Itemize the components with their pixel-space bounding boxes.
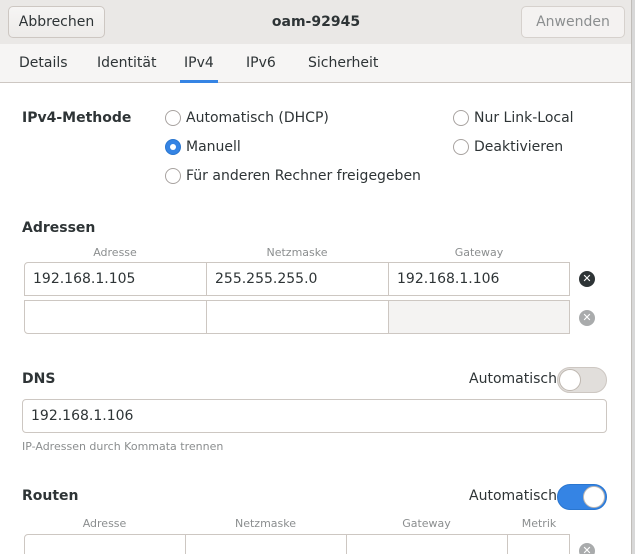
radio-indicator-checked[interactable]: [165, 139, 181, 155]
tab-identity[interactable]: Identität: [96, 44, 157, 83]
tab-details[interactable]: Details: [18, 44, 69, 83]
route-column-header-netmask: Netzmaske: [234, 517, 296, 530]
route-column-header-address: Adresse: [82, 517, 127, 530]
tab-bar: Details Identität IPv4 IPv6 Sicherheit: [0, 44, 631, 83]
route-address-input[interactable]: [24, 534, 186, 554]
radio-indicator[interactable]: [165, 110, 181, 126]
tab-ipv4[interactable]: IPv4: [180, 44, 218, 83]
radio-indicator[interactable]: [453, 110, 469, 126]
radio-indicator[interactable]: [165, 168, 181, 184]
switch-knob: [559, 369, 581, 391]
column-header-netmask: Netzmaske: [266, 246, 328, 259]
dns-automatic-switch[interactable]: [557, 367, 607, 393]
remove-address-icon[interactable]: ✕: [579, 271, 595, 287]
radio-link-local[interactable]: Nur Link-Local: [453, 110, 574, 126]
radio-label: Deaktivieren: [474, 139, 564, 155]
tab-ipv6[interactable]: IPv6: [245, 44, 277, 83]
route-gateway-input[interactable]: [346, 534, 508, 554]
gateway-input-empty[interactable]: [388, 300, 570, 334]
gateway-input[interactable]: 192.168.1.106: [388, 262, 570, 296]
radio-disabled[interactable]: Deaktivieren: [453, 139, 563, 155]
ipv4-method-title: IPv4-Methode: [22, 110, 132, 126]
route-column-header-gateway: Gateway: [402, 517, 451, 530]
address-input-empty[interactable]: [24, 300, 207, 334]
routes-title: Routen: [22, 488, 79, 504]
dns-servers-input[interactable]: 192.168.1.106: [22, 399, 607, 433]
address-input[interactable]: 192.168.1.105: [24, 262, 207, 296]
column-header-address: Adresse: [93, 246, 137, 259]
routes-automatic-switch[interactable]: [557, 484, 607, 510]
radio-label: Für anderen Rechner freigegeben: [186, 168, 421, 184]
dns-hint: IP-Adressen durch Kommata trennen: [22, 440, 224, 453]
radio-indicator[interactable]: [453, 139, 469, 155]
radio-label: Automatisch (DHCP): [186, 110, 329, 126]
routes-automatic-label: Automatisch: [469, 488, 557, 504]
switch-knob: [583, 486, 605, 508]
cancel-button[interactable]: Abbrechen: [8, 6, 105, 38]
netmask-input-empty[interactable]: [206, 300, 389, 334]
apply-button[interactable]: Anwenden: [521, 6, 625, 38]
radio-automatic-dhcp[interactable]: Automatisch (DHCP): [165, 110, 329, 126]
tab-security[interactable]: Sicherheit: [307, 44, 379, 83]
radio-label: Nur Link-Local: [474, 110, 574, 126]
radio-shared[interactable]: Für anderen Rechner freigegeben: [165, 168, 421, 184]
header-bar: Abbrechen oam-92945 Anwenden: [0, 0, 631, 44]
remove-address-disabled-icon: ✕: [579, 310, 595, 326]
radio-manual[interactable]: Manuell: [165, 139, 241, 155]
netmask-input[interactable]: 255.255.255.0: [206, 262, 389, 296]
route-metric-input[interactable]: [507, 534, 570, 554]
radio-label: Manuell: [186, 139, 241, 155]
column-header-gateway: Gateway: [454, 246, 504, 259]
route-netmask-input[interactable]: [185, 534, 347, 554]
addresses-title: Adressen: [22, 220, 96, 236]
dns-title: DNS: [22, 371, 56, 387]
dns-automatic-label: Automatisch: [469, 371, 557, 387]
remove-route-icon[interactable]: ✕: [579, 543, 595, 554]
route-column-header-metric: Metrik: [521, 517, 557, 530]
connection-settings-dialog: Abbrechen oam-92945 Anwenden Details Ide…: [0, 0, 632, 554]
